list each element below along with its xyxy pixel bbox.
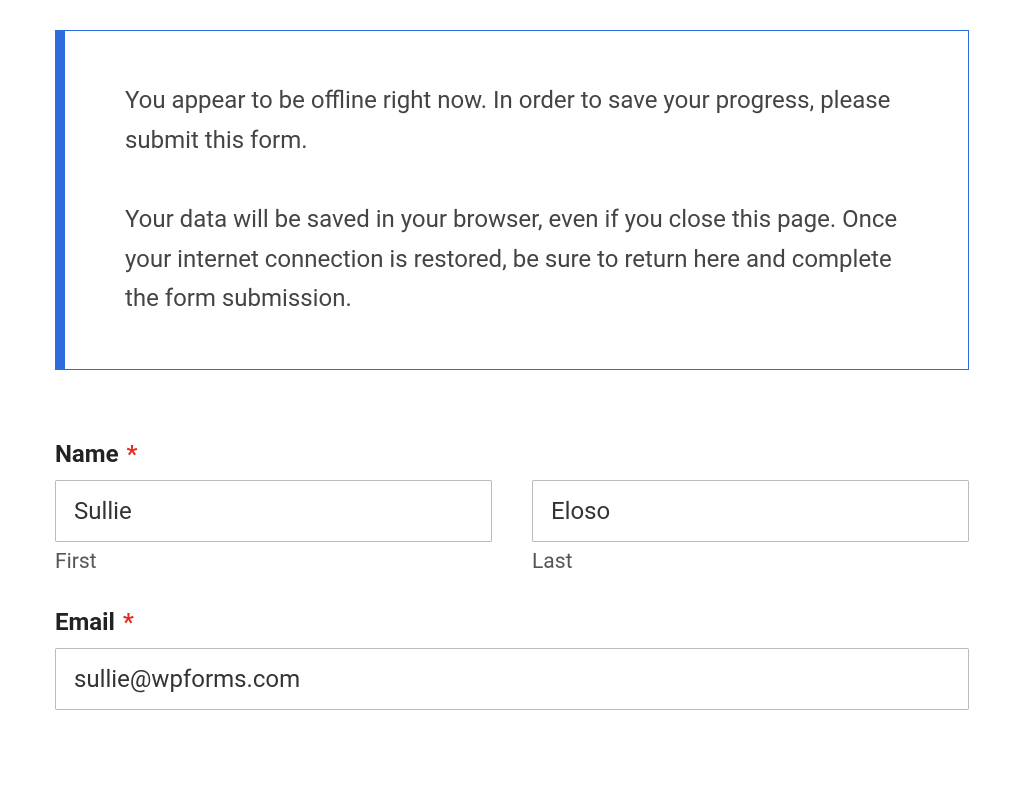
email-required-marker: * — [123, 608, 134, 636]
first-name-sublabel: First — [55, 550, 492, 574]
last-name-col: Last — [532, 480, 969, 574]
email-label-text: Email — [55, 608, 115, 636]
name-label-text: Name — [55, 440, 119, 468]
alert-paragraph-2: Your data will be saved in your browser,… — [125, 200, 908, 319]
name-required-marker: * — [127, 440, 138, 468]
offline-alert: You appear to be offline right now. In o… — [55, 30, 969, 370]
alert-paragraph-1: You appear to be offline right now. In o… — [125, 81, 908, 160]
first-name-col: First — [55, 480, 492, 574]
first-name-input[interactable] — [55, 480, 492, 542]
name-row: First Last — [55, 480, 969, 574]
name-field: Name * First Last — [55, 440, 969, 574]
last-name-sublabel: Last — [532, 550, 969, 574]
email-input[interactable] — [55, 648, 969, 710]
email-field: Email * — [55, 608, 969, 710]
email-label: Email * — [55, 608, 969, 636]
name-label: Name * — [55, 440, 969, 468]
last-name-input[interactable] — [532, 480, 969, 542]
